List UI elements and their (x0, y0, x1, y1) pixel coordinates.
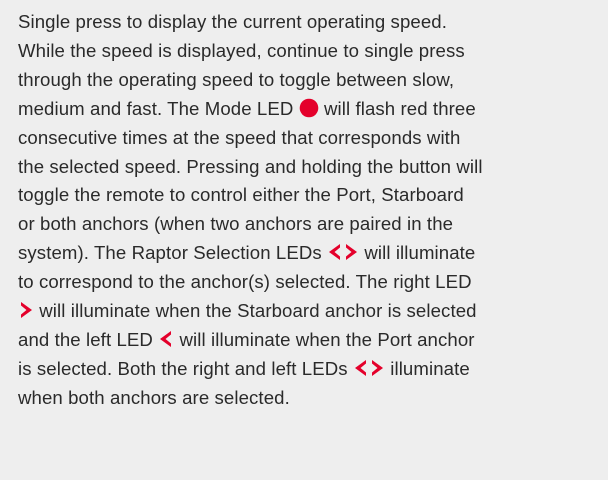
text-line: Single press to display the current oper… (18, 11, 447, 32)
right-chevron-led-icon (18, 300, 34, 320)
text-segment: will illuminate when the Starboard ancho… (39, 300, 477, 322)
text-line: will illuminate when the Starboard ancho… (18, 297, 596, 326)
text-segment: will flash red three (323, 97, 476, 119)
left-chevron-led-icon (158, 329, 174, 349)
text-line: system). The Raptor Selection LEDs will … (18, 239, 596, 268)
text-segment: medium and fast. The Mode LED (18, 97, 294, 119)
text-segment: is selected. Both the right and left LED… (18, 357, 348, 379)
text-line: toggle the remote to control either the … (18, 184, 464, 206)
text-segment: system). The Raptor Selection LEDs (18, 242, 322, 264)
text-line: to correspond to the anchor(s) selected.… (18, 271, 472, 293)
red-circle-led-icon (299, 98, 319, 118)
instruction-page: Single press to display the current oper… (0, 0, 608, 480)
text-line: and the left LED will illuminate when th… (18, 326, 596, 355)
text-line: the selected speed. Pressing and holding… (18, 155, 483, 177)
text-line: or both anchors (when two anchors are pa… (18, 213, 454, 235)
right-chevron-led-icon (343, 242, 359, 262)
text-line: through the operating speed to toggle be… (18, 68, 455, 90)
text-line: is selected. Both the right and left LED… (18, 355, 596, 384)
text-segment: will illuminate (364, 242, 476, 264)
text-line: when both anchors are selected. (18, 386, 290, 408)
left-chevron-led-icon (353, 358, 369, 378)
text-line: While the speed is displayed, continue t… (18, 39, 465, 61)
left-chevron-led-icon (327, 242, 343, 262)
instruction-paragraph: Single press to display the current oper… (18, 8, 596, 413)
right-chevron-led-icon (369, 358, 385, 378)
text-segment: illuminate (390, 357, 470, 379)
text-line: consecutive times at the speed that corr… (18, 126, 461, 148)
text-segment: and the left LED (18, 328, 153, 350)
text-segment: will illuminate when the Port anchor (179, 328, 475, 350)
text-line: medium and fast. The Mode LED will flash… (18, 95, 596, 124)
